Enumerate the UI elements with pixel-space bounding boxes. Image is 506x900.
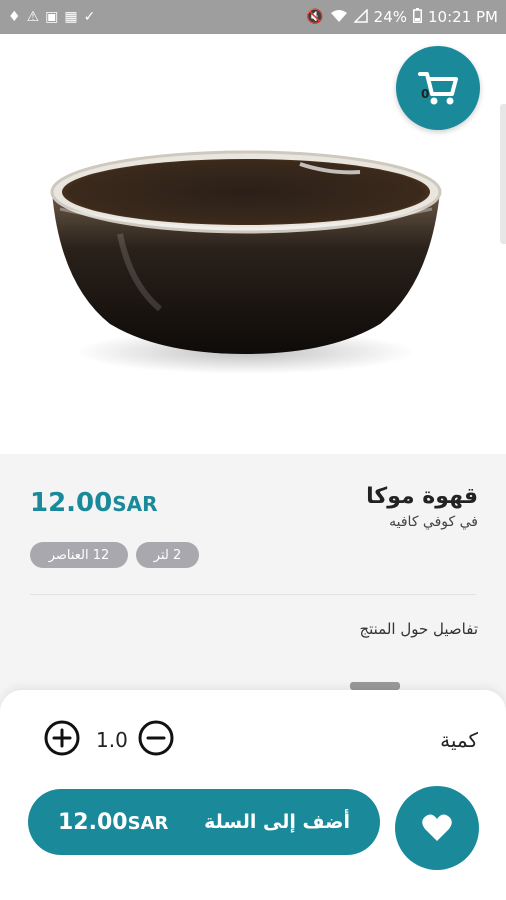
price-currency: SAR — [112, 492, 158, 516]
items-chip: 12 العناصر — [30, 542, 128, 568]
plus-circle-icon — [44, 720, 80, 756]
minus-circle-icon — [138, 720, 174, 756]
check-circle-icon: ✓ — [83, 9, 96, 25]
size-chip: 2 لتر — [136, 542, 199, 568]
battery-icon — [413, 8, 423, 26]
sim-icon: ▣ — [45, 9, 59, 25]
cart-count-badge: 0 — [421, 87, 430, 101]
wifi-icon — [330, 9, 348, 26]
warning-icon: ⚠ — [26, 9, 40, 25]
favorite-button[interactable] — [395, 786, 479, 870]
divider — [30, 594, 476, 595]
cafe-name: في كوفي كافيه — [389, 514, 478, 530]
add-price-currency: SAR — [127, 812, 169, 834]
add-price-value: 12.00 — [58, 809, 128, 835]
heart-icon — [422, 814, 452, 841]
image-icon: ▦ — [64, 9, 78, 25]
add-to-cart-button[interactable]: 12.00 SAR أضف إلى السلة — [28, 789, 380, 855]
battery-percent: 24% — [373, 8, 408, 26]
tag-icon: ♦ — [8, 9, 21, 25]
product-price: 12.00 SAR — [30, 488, 158, 518]
obscured-text — [350, 682, 400, 690]
status-bar: ♦ ⚠ ▣ ▦ ✓ 🔇 24% 10:21 PM — [0, 0, 506, 34]
bottom-sheet: كمية 1.0 12.00 SAR أضف إلى السلة — [0, 690, 506, 900]
increase-quantity-button[interactable] — [44, 720, 80, 756]
cart-button[interactable]: 0 — [396, 46, 480, 130]
scroll-handle[interactable] — [500, 104, 506, 244]
status-right-icons: 🔇 24% 10:21 PM — [306, 7, 498, 26]
quantity-value: 1.0 — [96, 728, 128, 752]
price-value: 12.00 — [30, 488, 113, 518]
decrease-quantity-button[interactable] — [138, 720, 174, 756]
mute-icon: 🔇 — [306, 9, 324, 25]
details-heading: تفاصيل حول المنتج — [359, 620, 478, 638]
product-name: قهوة موكا — [366, 484, 478, 509]
status-left-icons: ♦ ⚠ ▣ ▦ ✓ — [8, 10, 95, 24]
quantity-label: كمية — [440, 728, 478, 752]
clock: 10:21 PM — [428, 8, 498, 26]
add-to-cart-label: أضف إلى السلة — [204, 811, 350, 833]
signal-icon — [352, 7, 368, 26]
add-button-price: 12.00 SAR — [58, 810, 168, 835]
